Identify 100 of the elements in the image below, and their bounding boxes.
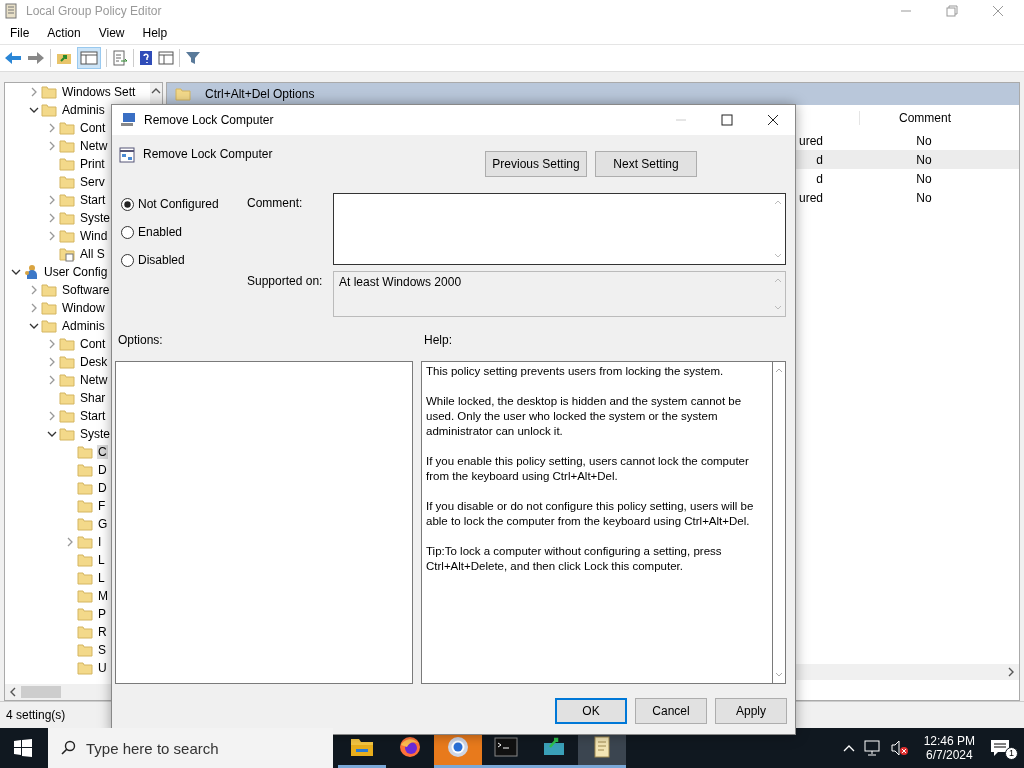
menu-item[interactable]: Action (47, 26, 81, 40)
folder-icon (77, 588, 93, 604)
nav-button[interactable]: Next Setting (595, 151, 697, 177)
tree-item[interactable]: Cont (79, 121, 107, 135)
tree-item[interactable]: D (97, 481, 108, 495)
tree-item[interactable]: L (97, 571, 106, 585)
collapse-chevron-icon[interactable] (29, 105, 39, 115)
dialog-button[interactable]: Cancel (635, 698, 707, 724)
expand-chevron-icon[interactable] (47, 375, 57, 385)
tree-item[interactable]: Windows Sett (61, 85, 137, 99)
help-icon[interactable] (139, 50, 153, 66)
tree-item[interactable]: Cont (79, 337, 107, 351)
tree-item[interactable]: S (97, 643, 107, 657)
table-cell: d (816, 171, 823, 186)
tree-item[interactable]: P (97, 607, 107, 621)
scroll-up-icon[interactable] (151, 87, 161, 95)
tree-item[interactable]: L (97, 553, 106, 567)
tree-item[interactable]: Window (61, 301, 106, 315)
scroll-right-icon[interactable] (1007, 667, 1015, 677)
radio-checked-icon[interactable] (121, 197, 134, 211)
radio-option[interactable]: Not Configured (121, 195, 247, 213)
start-icon[interactable] (14, 739, 32, 757)
radio-unchecked-icon[interactable] (121, 225, 134, 239)
tree-item[interactable]: Desk (79, 355, 109, 369)
tree-item[interactable]: User Config (43, 265, 109, 279)
clock[interactable]: 12:46 PM 6/7/2024 (923, 734, 975, 762)
tree-item[interactable]: C (97, 445, 108, 459)
folder-icon (59, 120, 75, 136)
expand-chevron-icon[interactable] (29, 87, 39, 97)
expand-chevron-icon[interactable] (47, 213, 57, 223)
tree-item[interactable]: G (97, 517, 109, 531)
menu-item[interactable]: Help (142, 26, 168, 40)
scroll-down-icon[interactable] (775, 672, 783, 678)
network-icon[interactable] (863, 740, 882, 756)
tree-item[interactable]: Shar (79, 391, 107, 405)
folder-icon (59, 336, 75, 352)
expand-chevron-icon[interactable] (47, 339, 57, 349)
radio-option[interactable]: Disabled (121, 251, 247, 269)
radio-unchecked-icon[interactable] (121, 253, 134, 267)
properties-icon[interactable] (158, 50, 174, 66)
menu-item[interactable]: View (98, 26, 125, 40)
restore-icon[interactable] (946, 5, 958, 17)
expand-chevron-icon[interactable] (47, 141, 57, 151)
dialog-button[interactable]: Apply (715, 698, 787, 724)
collapse-chevron-icon[interactable] (47, 429, 57, 439)
field-label: Supported on: (247, 273, 324, 290)
tree-item[interactable]: Start (79, 409, 107, 423)
expand-chevron-icon[interactable] (47, 411, 57, 421)
tree-item[interactable]: D (97, 463, 108, 477)
expand-chevron-icon[interactable] (29, 303, 39, 313)
tree-item[interactable]: Syste (79, 427, 111, 441)
expand-chevron-icon[interactable] (29, 285, 39, 295)
forward-arrow-icon[interactable] (27, 51, 45, 65)
tree-item[interactable]: Netw (79, 139, 109, 153)
export-list-icon[interactable] (112, 50, 128, 66)
expand-chevron-icon[interactable] (47, 357, 57, 367)
tree-item[interactable]: I (97, 535, 103, 549)
collapse-chevron-icon[interactable] (11, 267, 21, 277)
collapse-chevron-icon[interactable] (29, 321, 39, 331)
folder-icon (59, 426, 75, 442)
expand-chevron-icon[interactable] (47, 123, 57, 133)
tree-item[interactable]: Adminis (61, 319, 106, 333)
tree-item[interactable]: Netw (79, 373, 109, 387)
pane-toggle-icon[interactable] (77, 47, 101, 69)
muted-speaker-icon[interactable] (890, 740, 909, 756)
field-label: Comment: (247, 195, 304, 212)
tree-item[interactable]: U (97, 661, 108, 675)
tree-item[interactable]: Serv (79, 175, 106, 189)
close-icon[interactable] (767, 114, 779, 126)
folder-icon (59, 210, 75, 226)
tree-item[interactable]: All S (79, 247, 106, 261)
menu-item[interactable]: File (10, 26, 30, 40)
back-arrow-icon[interactable] (4, 51, 22, 65)
tree-item[interactable]: F (97, 499, 107, 513)
terminal-icon (494, 736, 518, 757)
folder-icon (77, 462, 93, 478)
notification-icon[interactable] (990, 739, 1010, 757)
tree-item[interactable]: Software (61, 283, 111, 297)
tree-item[interactable]: M (97, 589, 109, 603)
tree-item[interactable]: Print (79, 157, 106, 171)
tree-item[interactable]: Start (79, 193, 107, 207)
expand-chevron-icon[interactable] (47, 195, 57, 205)
tree-item[interactable]: Adminis (61, 103, 106, 117)
expand-chevron-icon[interactable] (47, 231, 57, 241)
chevron-up-icon[interactable] (842, 744, 855, 752)
folder-icon (77, 498, 93, 514)
nav-button[interactable]: Previous Setting (485, 151, 587, 177)
scroll-left-icon[interactable] (9, 687, 17, 697)
tree-item[interactable]: Wind (79, 229, 109, 243)
dialog-button[interactable]: OK (555, 698, 627, 724)
column-header[interactable]: Comment (859, 111, 990, 125)
folder-icon (175, 86, 191, 102)
tree-item[interactable]: Syste (79, 211, 111, 225)
search-field[interactable]: Type here to search (48, 728, 333, 768)
maximize-icon[interactable] (721, 114, 733, 126)
tree-item[interactable]: R (97, 625, 108, 639)
radio-option[interactable]: Enabled (121, 223, 247, 241)
expand-chevron-icon[interactable] (65, 537, 75, 547)
filter-icon[interactable] (185, 50, 201, 66)
scroll-thumb[interactable] (21, 686, 61, 698)
